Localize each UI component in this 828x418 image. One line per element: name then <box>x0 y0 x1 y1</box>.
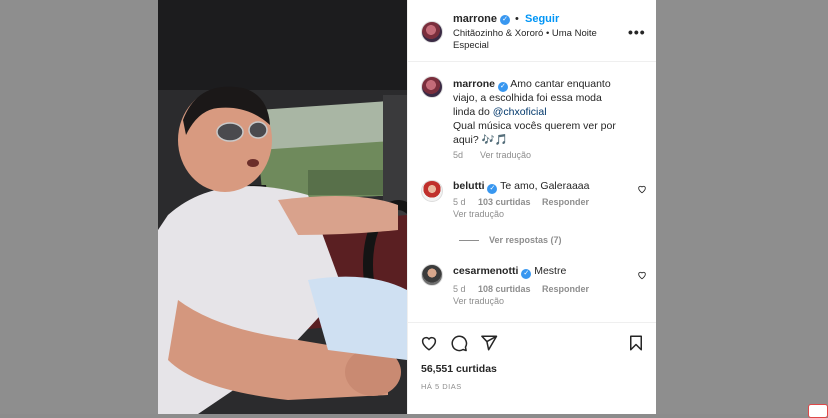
caption-text-line5: aqui? 🎶🎵 <box>453 134 508 146</box>
verified-badge-icon: ✓ <box>487 184 498 194</box>
post-actions: 56,551 curtidas HÁ 5 DIAS <box>408 322 656 414</box>
comment-1-text: Te amo, Galeraaaa <box>500 180 590 192</box>
bookmark-icon[interactable] <box>627 334 645 352</box>
posted-ago[interactable]: HÁ 5 DIAS <box>421 382 462 391</box>
post-header: marrone ✓ • Seguir Chitãozinho & Xororó … <box>408 0 656 62</box>
commenter-avatar[interactable] <box>421 180 443 202</box>
caption-username[interactable]: marrone <box>453 78 495 90</box>
comment-2-username[interactable]: cesarmenotti <box>453 265 518 277</box>
verified-badge-icon: ✓ <box>497 82 508 92</box>
caption: marrone ✓ Amo cantar enquanto viajo, a e… <box>453 77 648 147</box>
comment-1-likes[interactable]: 103 curtidas <box>478 197 531 207</box>
comment-1-translate-link[interactable]: Ver tradução <box>453 209 504 219</box>
caption-text-line1: Amo cantar enquanto <box>510 78 611 90</box>
caption-avatar[interactable] <box>421 76 443 98</box>
separator-dot: • <box>515 13 519 25</box>
comment-1: belutti ✓ Te amo, Galeraaaa <box>453 179 628 194</box>
audio-attribution[interactable]: Chitãozinho & Xororó • Uma Noite Especia… <box>453 28 628 52</box>
comment-2-translate-link[interactable]: Ver tradução <box>453 296 504 306</box>
comment-2-text: Mestre <box>534 265 567 277</box>
caption-time[interactable]: 5d <box>453 150 463 160</box>
comment-1-username[interactable]: belutti <box>453 180 485 192</box>
commenter-avatar[interactable] <box>421 264 443 286</box>
avatar[interactable] <box>421 21 443 43</box>
caption-translate-link[interactable]: Ver tradução <box>480 150 531 160</box>
view-replies-button[interactable]: Ver respostas (7) <box>489 235 562 245</box>
share-icon[interactable] <box>480 334 498 352</box>
caption-text-line4: Qual música vocês querem ver por <box>453 120 616 132</box>
verified-badge-icon: ✓ <box>521 269 532 279</box>
comment-icon[interactable] <box>450 334 468 352</box>
post-panel: marrone ✓ • Seguir Chitãozinho & Xororó … <box>407 0 656 414</box>
comment-1-reply-button[interactable]: Responder <box>542 197 589 207</box>
caption-text-line2: viajo, a escolhida foi essa moda <box>453 92 602 104</box>
verified-badge-icon: ✓ <box>500 15 510 25</box>
replies-divider <box>459 240 479 241</box>
comment-2-likes[interactable]: 108 curtidas <box>478 284 531 294</box>
comment-like-heart-icon[interactable] <box>637 184 647 194</box>
corner-widget-icon[interactable] <box>808 404 828 418</box>
heart-icon[interactable] <box>420 334 438 352</box>
follow-button[interactable]: Seguir <box>525 13 559 25</box>
comment-2: cesarmenotti ✓ Mestre <box>453 264 628 279</box>
post-modal: marrone ✓ • Seguir Chitãozinho & Xororó … <box>158 0 656 414</box>
post-video[interactable] <box>158 0 407 414</box>
comment-1-time[interactable]: 5 d <box>453 197 466 207</box>
caption-text-line3: linda do <box>453 106 493 118</box>
comment-2-time[interactable]: 5 d <box>453 284 466 294</box>
post-author-username[interactable]: marrone <box>453 13 497 25</box>
comment-like-heart-icon[interactable] <box>637 270 647 280</box>
likes-count[interactable]: 56,551 curtidas <box>421 363 497 375</box>
more-options-icon[interactable]: ••• <box>628 24 646 40</box>
comment-2-reply-button[interactable]: Responder <box>542 284 589 294</box>
caption-mention-link[interactable]: @chxoficial <box>493 106 547 118</box>
